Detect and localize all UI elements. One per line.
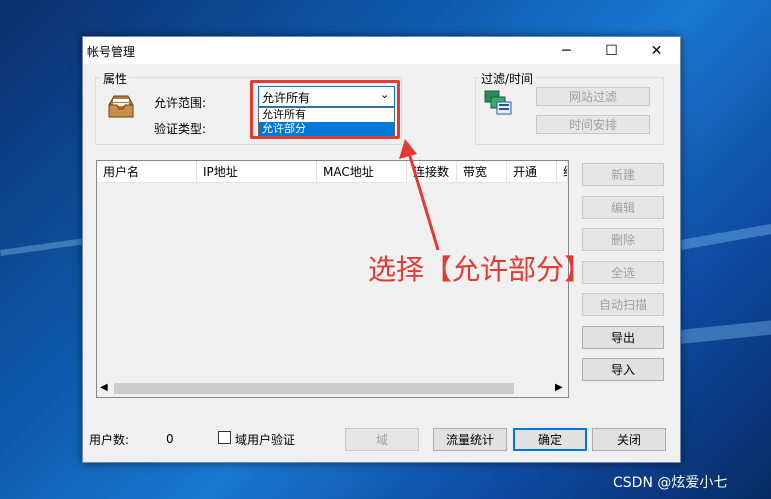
user-list-header: 用户名 IP地址 MAC地址 连接数 带宽 开通 约 xyxy=(97,161,568,183)
import-button[interactable]: 导入 xyxy=(582,358,664,381)
filter-time-legend: 过滤/时间 xyxy=(479,70,536,87)
delete-button[interactable]: 删除 xyxy=(582,228,664,251)
wallpaper-light-streak xyxy=(680,215,771,250)
window-title: 帐号管理 xyxy=(87,45,136,59)
schedule-button[interactable]: 时间安排 xyxy=(536,115,650,134)
auto-scan-button[interactable]: 自动扫描 xyxy=(582,293,664,316)
title-bar[interactable]: 帐号管理 ─ ☐ ✕ xyxy=(83,37,680,64)
wallpaper-light-streak xyxy=(680,315,771,344)
user-count-value: 0 xyxy=(166,432,174,446)
domain-verify-label: 域用户验证 xyxy=(235,433,296,447)
auth-type-label: 验证类型: xyxy=(154,122,207,136)
horizontal-scrollbar[interactable]: ◀ ▶ xyxy=(97,380,568,397)
close-dialog-button[interactable]: 关闭 xyxy=(592,428,666,451)
col-truncated[interactable]: 约 xyxy=(557,161,568,183)
computers-icon xyxy=(483,89,513,117)
scroll-left-icon[interactable]: ◀ xyxy=(100,382,108,393)
col-bandwidth[interactable]: 带宽 xyxy=(457,161,507,183)
col-mac[interactable]: MAC地址 xyxy=(317,161,407,183)
annotation-text: 选择【允许部分】 xyxy=(368,253,593,286)
properties-legend: 属性 xyxy=(101,70,130,87)
col-username[interactable]: 用户名 xyxy=(97,161,197,183)
select-all-button[interactable]: 全选 xyxy=(582,261,664,284)
user-count-label: 用户数: xyxy=(89,433,130,447)
annotation-arrow-icon xyxy=(399,139,440,251)
annotation-highlight-box xyxy=(250,80,400,139)
website-filter-button[interactable]: 网站过滤 xyxy=(536,87,650,106)
new-button[interactable]: 新建 xyxy=(582,163,664,186)
domain-verify-checkbox[interactable] xyxy=(218,431,231,444)
watermark: CSDN @炫爱小七 xyxy=(613,475,728,491)
edit-button[interactable]: 编辑 xyxy=(582,196,664,219)
col-ip[interactable]: IP地址 xyxy=(197,161,317,183)
minimize-button[interactable]: ─ xyxy=(544,37,589,64)
traffic-stats-button[interactable]: 流量统计 xyxy=(433,428,507,451)
inbox-icon xyxy=(106,91,136,121)
col-enabled[interactable]: 开通 xyxy=(507,161,557,183)
close-button[interactable]: ✕ xyxy=(634,37,679,64)
scrollbar-thumb[interactable] xyxy=(114,383,514,394)
maximize-button[interactable]: ☐ xyxy=(589,37,634,64)
export-button[interactable]: 导出 xyxy=(582,326,664,349)
scroll-right-icon[interactable]: ▶ xyxy=(555,382,563,393)
range-label: 允许范围: xyxy=(154,96,207,110)
ok-button[interactable]: 确定 xyxy=(513,428,587,451)
domain-button[interactable]: 域 xyxy=(345,428,419,451)
